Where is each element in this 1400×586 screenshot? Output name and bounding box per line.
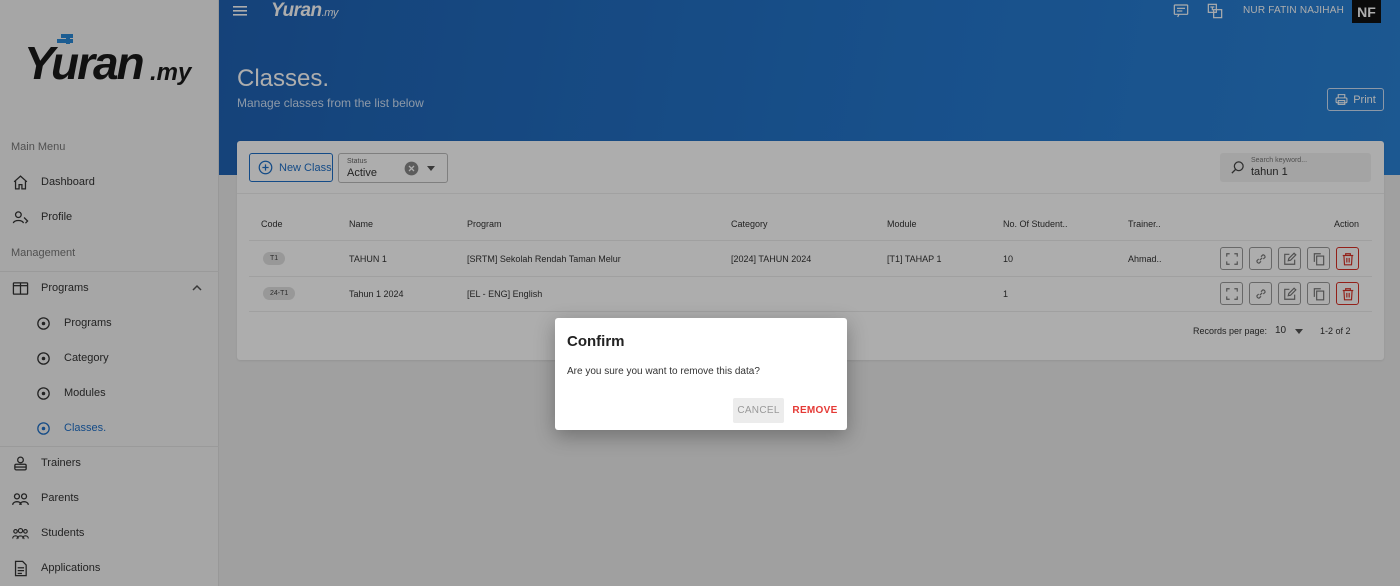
dialog-title: Confirm [567,333,625,350]
confirm-dialog: Confirm Are you sure you want to remove … [555,318,847,430]
remove-button[interactable]: REMOVE [789,398,841,423]
cancel-button[interactable]: CANCEL [733,398,784,423]
dialog-message: Are you sure you want to remove this dat… [567,366,760,377]
modal-backdrop[interactable] [0,0,1400,586]
